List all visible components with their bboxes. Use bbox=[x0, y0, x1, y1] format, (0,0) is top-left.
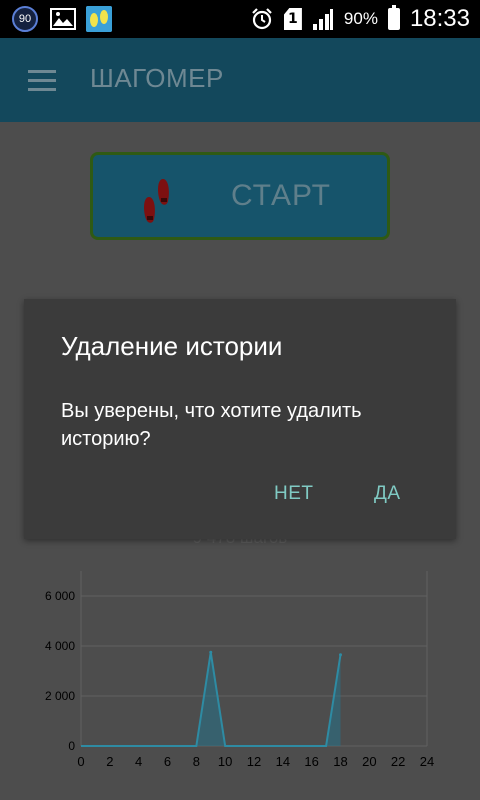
x-tick-label: 2 bbox=[106, 754, 113, 769]
chart-labels: 02 0004 0006 0000 2 4 6 8 10 12 14 16 18 20 22 24 bbox=[45, 589, 434, 769]
x-tick-label: 18 bbox=[333, 754, 347, 769]
x-tick-label: 0 bbox=[77, 754, 84, 769]
start-button-label: СТАРТ bbox=[231, 179, 331, 212]
x-tick-label: 10 bbox=[218, 754, 232, 769]
gallery-icon bbox=[50, 8, 76, 30]
x-tick-label: 4 bbox=[135, 754, 142, 769]
notification-90-icon: 90 bbox=[12, 6, 38, 32]
sim-1-icon: 1 bbox=[283, 8, 302, 30]
chart-grid bbox=[80, 571, 428, 747]
x-tick-label: 16 bbox=[304, 754, 318, 769]
x-tick-label: 24 bbox=[420, 754, 434, 769]
app-bar: ШАГОМЕР bbox=[0, 38, 480, 122]
y-tick-label: 2 000 bbox=[45, 689, 75, 703]
y-tick-label: 6 000 bbox=[45, 589, 75, 603]
alarm-icon bbox=[252, 8, 272, 30]
signal-icon bbox=[312, 9, 333, 30]
app-title: ШАГОМЕР bbox=[90, 63, 224, 93]
yes-button[interactable]: ДА bbox=[374, 483, 401, 505]
x-tick-label: 20 bbox=[362, 754, 376, 769]
hamburger-menu-icon[interactable] bbox=[28, 70, 56, 91]
chart-series bbox=[81, 650, 342, 747]
battery-percent: 90% bbox=[343, 9, 378, 28]
x-tick-label: 8 bbox=[193, 754, 200, 769]
battery-icon bbox=[387, 5, 400, 30]
data-point bbox=[209, 650, 213, 654]
footprints-icon bbox=[144, 179, 169, 223]
footprints-icon bbox=[86, 6, 112, 32]
y-tick-label: 0 bbox=[68, 739, 75, 753]
y-tick-label: 4 000 bbox=[45, 639, 75, 653]
x-tick-label: 12 bbox=[247, 754, 261, 769]
start-button[interactable]: СТАРТ bbox=[90, 152, 390, 240]
data-point bbox=[339, 653, 342, 657]
dialog-title: Удаление истории bbox=[61, 331, 283, 361]
x-tick-label: 6 bbox=[164, 754, 171, 769]
x-tick-label: 14 bbox=[276, 754, 290, 769]
dialog-message: Вы уверены, что хотите удалить историю? bbox=[61, 400, 362, 450]
steps-chart: 02 0004 0006 0000 2 4 6 8 10 12 14 16 18 20 22 24 bbox=[45, 571, 434, 769]
no-button[interactable]: НЕТ bbox=[274, 483, 314, 505]
x-tick-label: 22 bbox=[391, 754, 405, 769]
status-bar: 90 1 90% 18:33 bbox=[0, 0, 480, 38]
clock: 18:33 bbox=[409, 5, 470, 32]
series-area bbox=[81, 652, 341, 746]
delete-history-dialog: Удаление истории Вы уверены, что хотите … bbox=[24, 299, 456, 539]
